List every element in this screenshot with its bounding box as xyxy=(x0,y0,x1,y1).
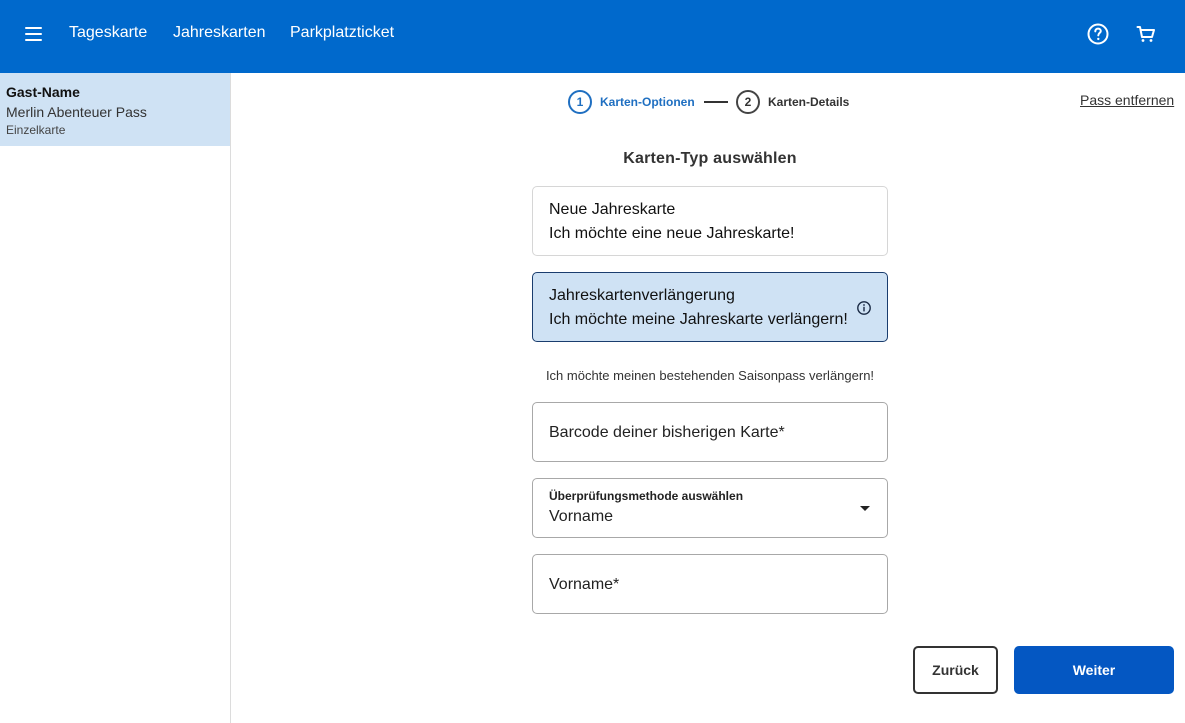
verification-method-value: Vorname xyxy=(549,508,614,525)
firstname-placeholder: Vorname* xyxy=(549,576,620,593)
nav-parkplatzticket[interactable]: Parkplatzticket xyxy=(290,24,394,42)
option-new-annual-pass[interactable]: Neue Jahreskarte Ich möchte eine neue Ja… xyxy=(532,186,888,256)
nav-tageskarte[interactable]: Tageskarte xyxy=(69,24,147,42)
dropdown-caret-icon xyxy=(860,506,870,511)
step-1-label: Karten-Optionen xyxy=(600,95,695,109)
nav-jahreskarten[interactable]: Jahreskarten xyxy=(173,24,266,42)
help-circle-icon[interactable] xyxy=(1086,22,1110,46)
option-title: Neue Jahreskarte xyxy=(549,201,676,218)
option-subtitle: Ich möchte eine neue Jahreskarte! xyxy=(549,225,795,242)
option-renewal[interactable]: Jahreskartenverlängerung Ich möchte mein… xyxy=(532,272,888,342)
info-icon[interactable] xyxy=(856,300,872,316)
pass-type: Einzelkarte xyxy=(6,123,66,137)
firstname-input[interactable]: Vorname* xyxy=(532,554,888,614)
step-2-label: Karten-Details xyxy=(768,95,850,109)
step-1-circle: 1 xyxy=(568,90,592,114)
option-title: Jahreskartenverlängerung xyxy=(549,287,735,304)
step-connector xyxy=(704,101,728,103)
back-button[interactable]: Zurück xyxy=(913,646,998,694)
verification-method-select[interactable]: Überprüfungsmethode auswählen Vorname xyxy=(532,478,888,538)
remove-pass-link[interactable]: Pass entfernen xyxy=(1080,92,1174,108)
sidebar: Gast-Name Merlin Abenteuer Pass Einzelka… xyxy=(0,73,231,723)
pass-guest-name: Gast-Name xyxy=(6,84,80,100)
pass-list-item[interactable]: Gast-Name Merlin Abenteuer Pass Einzelka… xyxy=(0,73,230,146)
shopping-cart-icon[interactable] xyxy=(1134,22,1158,46)
barcode-placeholder: Barcode deiner bisherigen Karte* xyxy=(549,424,785,441)
option-subtitle: Ich möchte meine Jahreskarte verlängern! xyxy=(549,311,848,328)
hamburger-menu-icon[interactable] xyxy=(24,25,44,43)
step-2-circle: 2 xyxy=(736,90,760,114)
barcode-input[interactable]: Barcode deiner bisherigen Karte* xyxy=(532,402,888,462)
pass-name: Merlin Abenteuer Pass xyxy=(6,104,147,120)
verification-method-label: Überprüfungsmethode auswählen xyxy=(549,489,744,503)
top-header: Tageskarte Jahreskarten Parkplatzticket xyxy=(0,0,1185,73)
next-button[interactable]: Weiter xyxy=(1014,646,1174,694)
renewal-hint: Ich möchte meinen bestehenden Saisonpass… xyxy=(545,368,875,383)
section-title: Karten-Typ auswählen xyxy=(623,150,797,167)
